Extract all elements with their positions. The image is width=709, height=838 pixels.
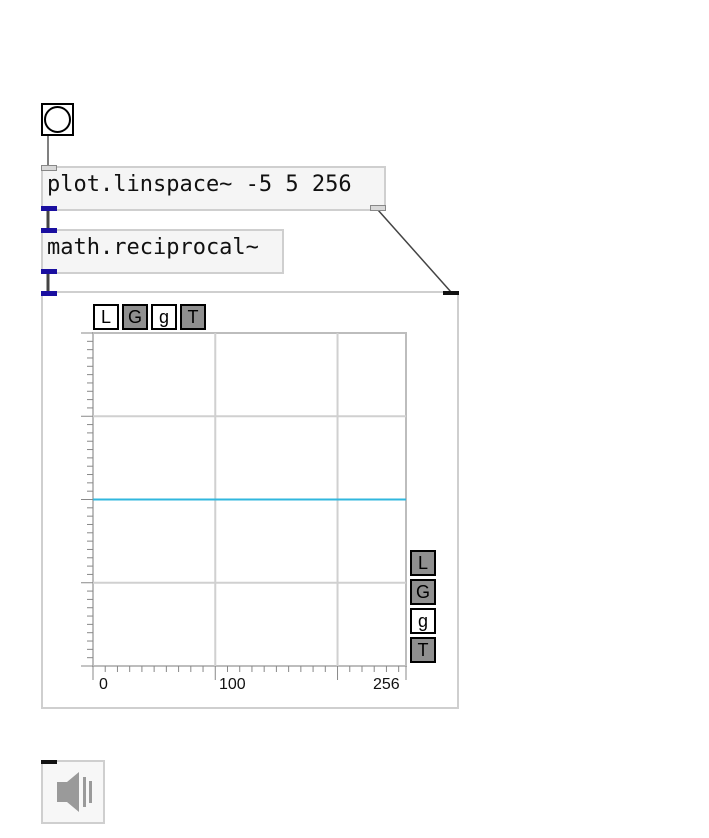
x-tick-label-2: 256	[373, 676, 400, 693]
speaker-icon	[57, 772, 92, 812]
x-tick-label-0: 0	[99, 676, 108, 693]
dac-speaker[interactable]	[41, 760, 105, 824]
chart-ticks	[81, 332, 407, 680]
plot-chart	[81, 332, 407, 680]
x-tick-label-1: 100	[219, 676, 246, 693]
dac-inlet[interactable]	[41, 760, 57, 764]
